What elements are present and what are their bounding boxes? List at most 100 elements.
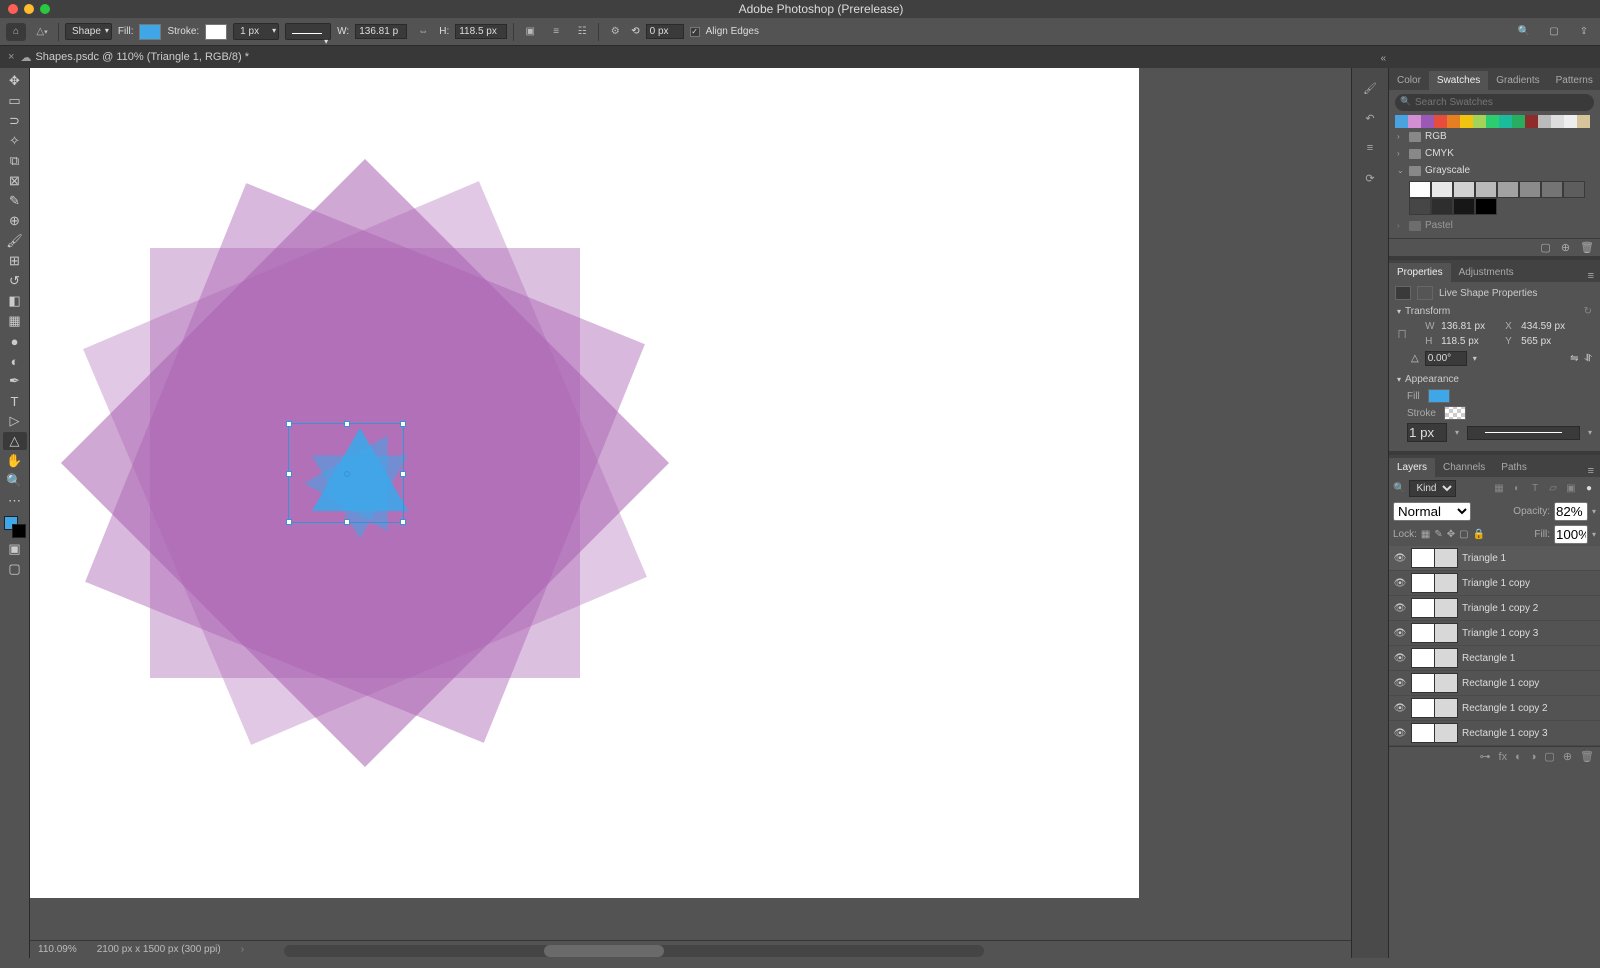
tab-channels[interactable]: Channels (1435, 458, 1493, 477)
healing-tool[interactable]: ⊕ (3, 212, 27, 230)
status-chevron-icon[interactable]: › (241, 944, 244, 955)
prop-stroke-width[interactable] (1407, 423, 1447, 442)
folder-cmyk[interactable]: ›CMYK (1395, 145, 1594, 162)
lock-position-icon[interactable]: ✥ (1447, 529, 1455, 540)
lock-pixels-icon[interactable]: ▦ (1421, 529, 1430, 540)
filter-adjust-icon[interactable]: ◐ (1510, 482, 1524, 496)
radius-input[interactable] (646, 24, 684, 39)
new-layer-icon[interactable]: ⊕ (1563, 750, 1572, 763)
brush-tool[interactable]: 🖌 (3, 232, 27, 250)
stroke-swatch[interactable] (205, 24, 227, 40)
horizontal-scrollbar[interactable] (284, 945, 984, 957)
flip-v-icon[interactable]: ⥯ (1585, 353, 1592, 364)
prop-fill-swatch[interactable] (1428, 389, 1450, 403)
fill-swatch[interactable] (139, 24, 161, 40)
gear-icon[interactable]: ⚙ (605, 23, 625, 41)
lock-all-icon[interactable]: 🔒 (1473, 529, 1485, 540)
prop-rotation-input[interactable] (1425, 351, 1467, 366)
grayscale-swatches[interactable] (1409, 181, 1594, 215)
panel-menu-icon[interactable]: ≡ (1582, 465, 1600, 477)
collapse-dock-icon[interactable]: « (1380, 53, 1386, 64)
tab-properties[interactable]: Properties (1389, 263, 1451, 282)
link-wh-icon[interactable]: ⊓ (1397, 326, 1407, 342)
lasso-tool[interactable]: ⊃ (3, 112, 27, 130)
zoom-readout[interactable]: 110.09% (38, 944, 77, 955)
path-align-icon[interactable]: ≡ (546, 23, 566, 41)
delete-swatch-icon[interactable]: 🗑 (1580, 241, 1594, 254)
fx-icon[interactable]: fx (1499, 751, 1508, 763)
zoom-tool[interactable]: 🔍 (3, 472, 27, 490)
stroke-width-dropdown[interactable]: 1 px (233, 23, 279, 40)
dodge-tool[interactable]: ◐ (3, 352, 27, 370)
layer-row[interactable]: 👁Triangle 1 copy 3 (1389, 621, 1600, 646)
tab-patterns[interactable]: Patterns (1548, 71, 1600, 90)
share-icon[interactable]: ⇪ (1574, 23, 1594, 41)
link-layers-icon[interactable]: ⊶ (1480, 750, 1491, 763)
new-swatch-icon[interactable]: ⊕ (1561, 241, 1570, 254)
more-tools[interactable]: ⋯ (3, 492, 27, 510)
mask-icon[interactable]: ◐ (1515, 751, 1522, 763)
filter-smart-icon[interactable]: ▣ (1564, 482, 1578, 496)
layer-row[interactable]: 👁Triangle 1 (1389, 546, 1600, 571)
delete-layer-icon[interactable]: 🗑 (1580, 750, 1594, 763)
screen-mode-button[interactable]: ▢ (3, 560, 27, 578)
workspace-icon[interactable]: ▢ (1544, 23, 1564, 41)
lock-brush-icon[interactable]: ✎ (1434, 529, 1442, 540)
hand-tool[interactable]: ✋ (3, 452, 27, 470)
path-combine-icon[interactable]: ▣ (520, 23, 540, 41)
path-select-tool[interactable]: ▷ (3, 412, 27, 430)
link-wh-button[interactable]: ⇔ (413, 23, 433, 41)
marquee-tool[interactable]: ▭ (3, 92, 27, 110)
lock-artboard-icon[interactable]: ▢ (1459, 529, 1468, 540)
layer-filter-kind[interactable]: Kind (1409, 480, 1456, 497)
brushes-panel-icon[interactable]: 🖌 (1358, 78, 1382, 98)
reset-transform-icon[interactable]: ↻ (1584, 306, 1592, 317)
visibility-icon[interactable]: 👁 (1393, 628, 1407, 639)
width-input[interactable] (355, 24, 407, 39)
layer-row[interactable]: 👁Triangle 1 copy 2 (1389, 596, 1600, 621)
current-tool-icon[interactable]: △▾ (32, 23, 52, 41)
document-tab[interactable]: Shapes.psdc @ 110% (Triangle 1, RGB/8) * (35, 51, 249, 63)
filter-image-icon[interactable]: ▦ (1492, 482, 1506, 496)
canvas[interactable] (30, 68, 1139, 898)
layer-row[interactable]: 👁Rectangle 1 copy 2 (1389, 696, 1600, 721)
gradient-tool[interactable]: ▦ (3, 312, 27, 330)
minimize-window-button[interactable] (24, 4, 34, 14)
type-tool[interactable]: T (3, 392, 27, 410)
height-input[interactable] (455, 24, 507, 39)
libraries-panel-icon[interactable]: ≡ (1358, 138, 1382, 158)
prop-stroke-style[interactable] (1467, 426, 1580, 440)
layer-fill-input[interactable] (1554, 525, 1588, 544)
layer-row[interactable]: 👁Rectangle 1 (1389, 646, 1600, 671)
search-icon[interactable]: 🔍 (1514, 23, 1534, 41)
visibility-icon[interactable]: 👁 (1393, 728, 1407, 739)
filter-type-icon[interactable]: T (1528, 482, 1542, 496)
filter-shape-icon[interactable]: ▱ (1546, 482, 1560, 496)
history-panel-icon[interactable]: ↶ (1358, 108, 1382, 128)
prop-stroke-swatch[interactable] (1444, 406, 1466, 420)
group-icon[interactable]: ▢ (1544, 750, 1554, 763)
folder-rgb[interactable]: ›RGB (1395, 128, 1594, 145)
layer-row[interactable]: 👁Triangle 1 copy (1389, 571, 1600, 596)
move-tool[interactable]: ✥ (3, 72, 27, 90)
prop-x-input[interactable] (1521, 321, 1577, 332)
visibility-icon[interactable]: 👁 (1393, 553, 1407, 564)
swatch-row[interactable] (1395, 115, 1594, 128)
folder-grayscale[interactable]: ⌄Grayscale (1395, 162, 1594, 179)
visibility-icon[interactable]: 👁 (1393, 578, 1407, 589)
adjustment-icon[interactable]: ◑ (1530, 751, 1537, 763)
folder-pastel[interactable]: ›Pastel (1395, 217, 1594, 234)
maximize-window-button[interactable] (40, 4, 50, 14)
prop-h-input[interactable] (1441, 336, 1497, 347)
history-brush-tool[interactable]: ↺ (3, 272, 27, 290)
tab-adjustments[interactable]: Adjustments (1451, 263, 1522, 282)
color-chips[interactable] (4, 516, 26, 538)
new-group-icon[interactable]: ▢ (1540, 241, 1550, 254)
shape-mode-dropdown[interactable]: Shape (65, 23, 112, 40)
opacity-input[interactable] (1554, 502, 1588, 521)
tab-color[interactable]: Color (1389, 71, 1429, 90)
eyedropper-tool[interactable]: ✎ (3, 192, 27, 210)
eraser-tool[interactable]: ◧ (3, 292, 27, 310)
layer-row[interactable]: 👁Rectangle 1 copy 3 (1389, 721, 1600, 746)
visibility-icon[interactable]: 👁 (1393, 703, 1407, 714)
